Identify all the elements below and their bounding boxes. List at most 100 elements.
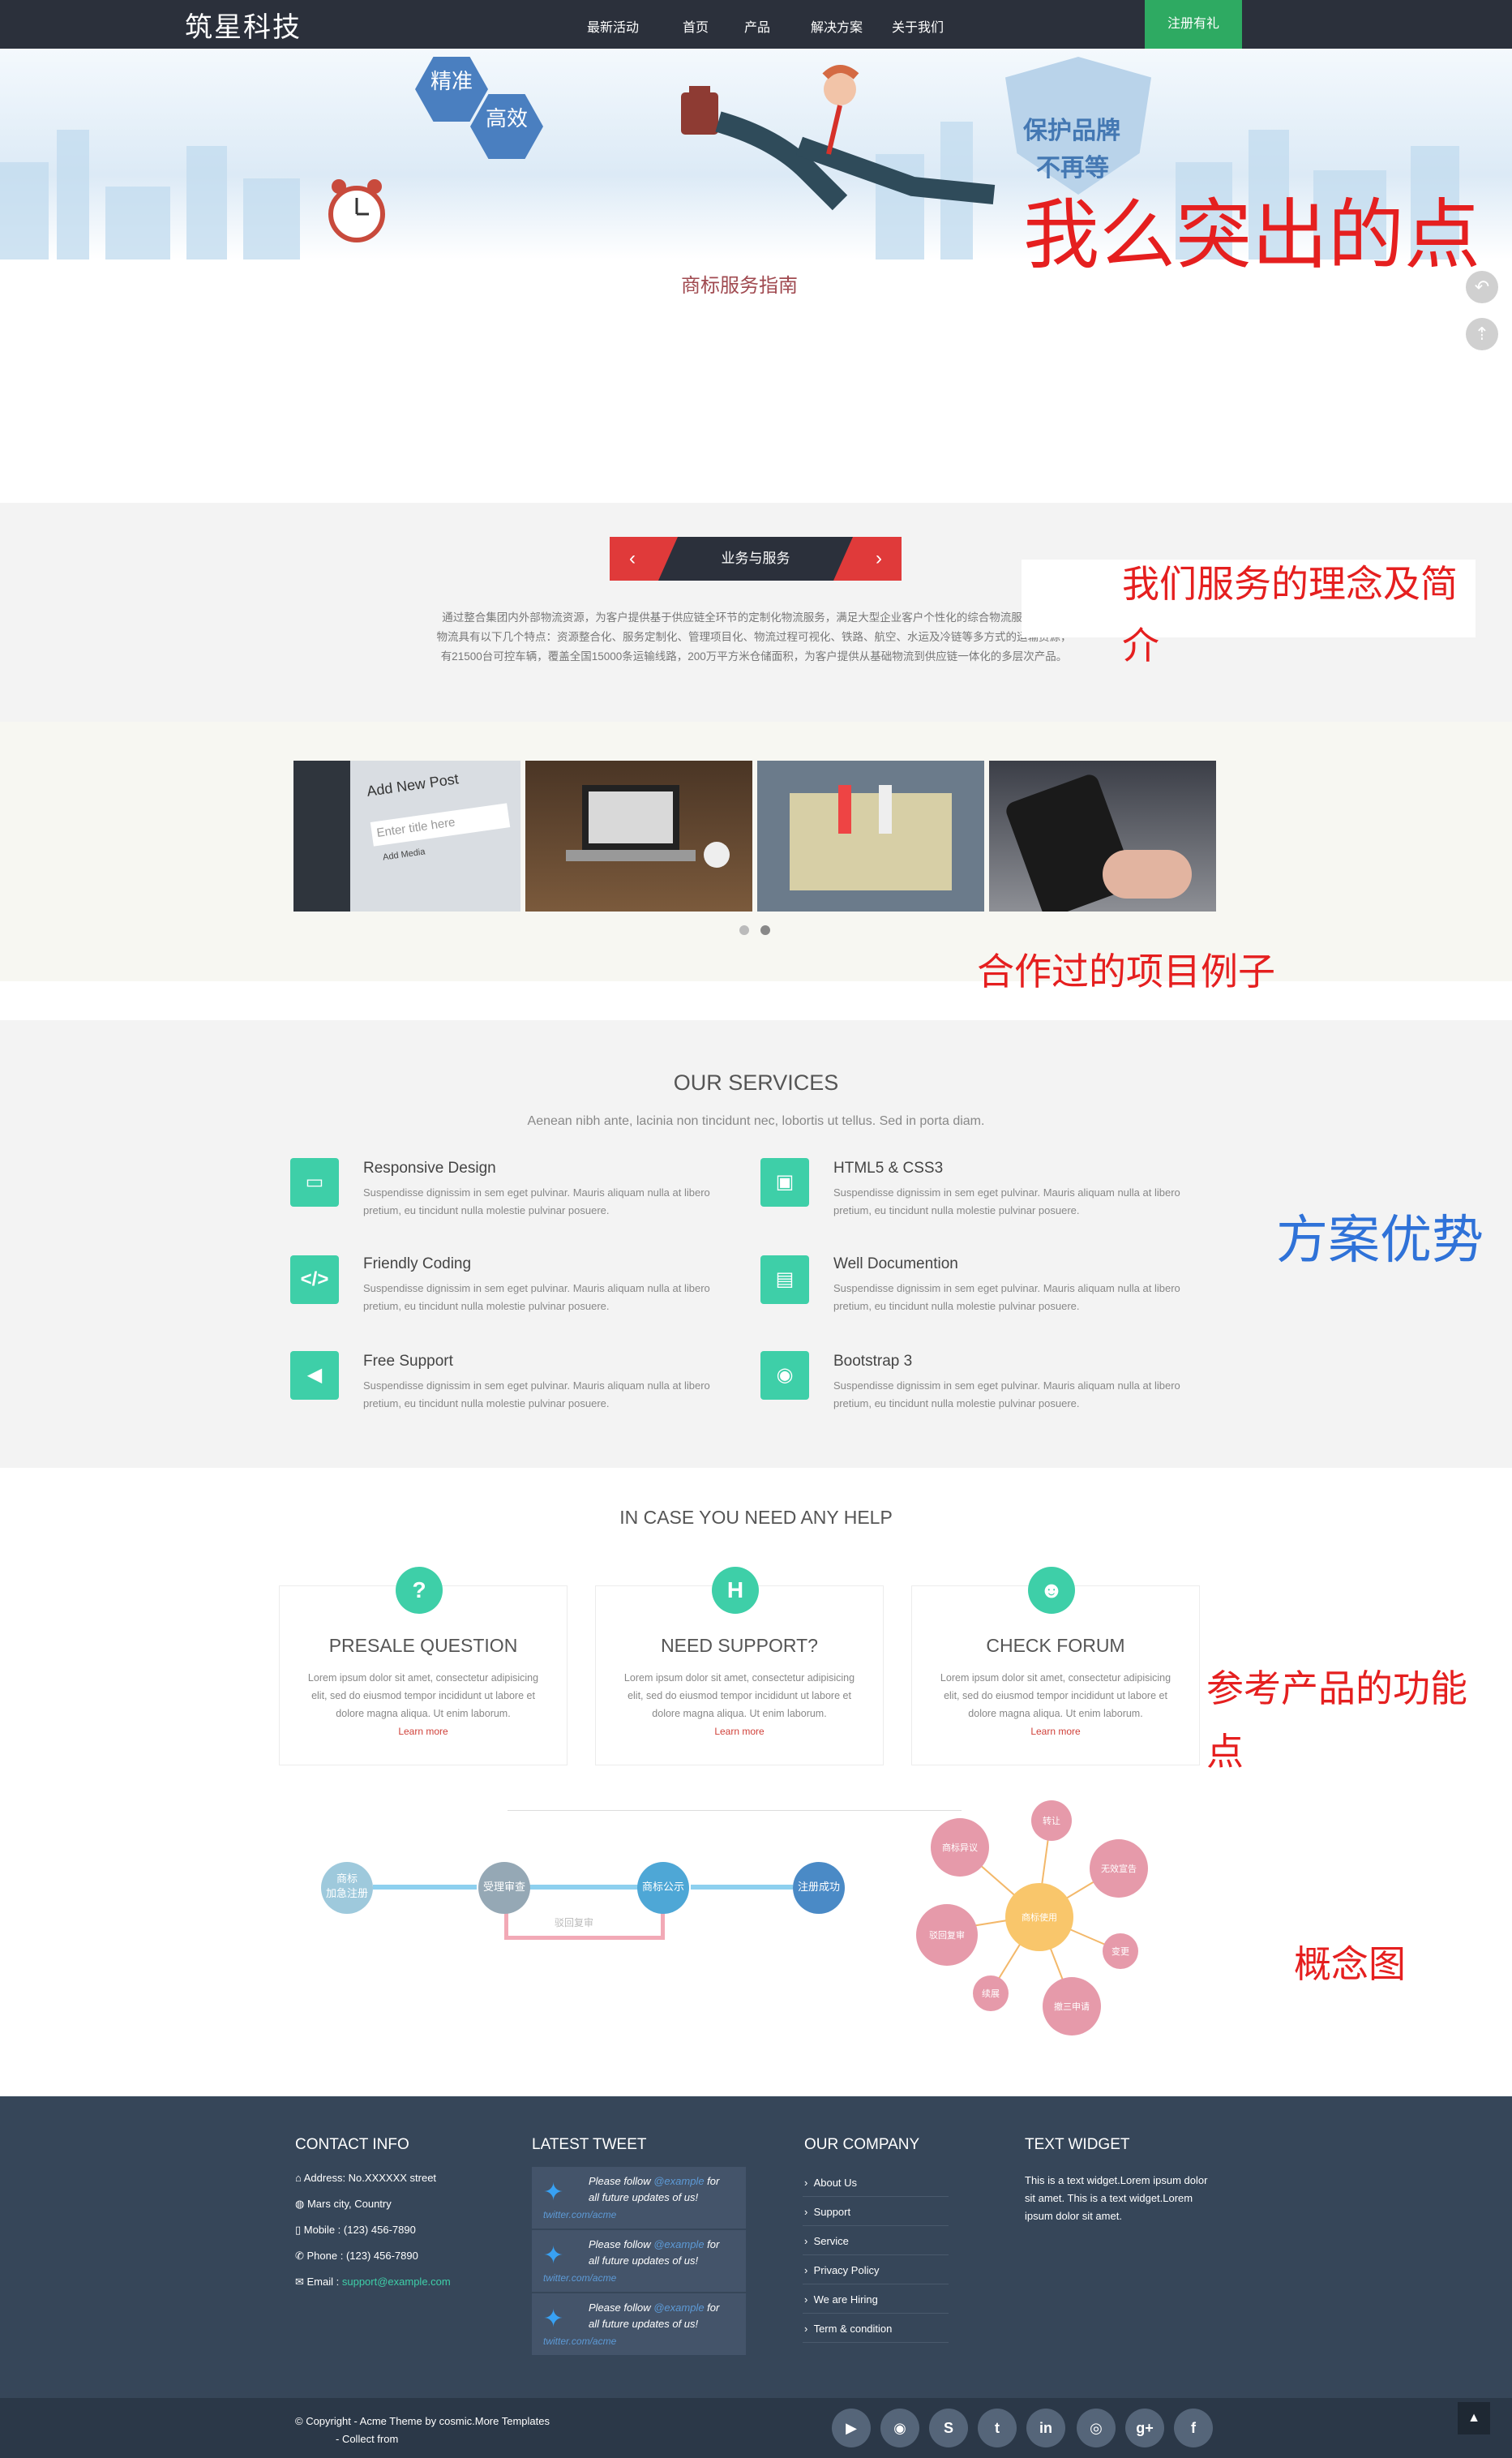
concept-annotation: 概念图	[1294, 1943, 1406, 1985]
flow-node-1: 商标 加急注册	[321, 1862, 373, 1914]
flow-connector	[529, 1885, 639, 1890]
tweet-item: ✦ Please follow @example for all future …	[532, 2293, 746, 2355]
help-title: IN CASE YOU NEED ANY HELP	[619, 1507, 893, 1528]
trademark-guide-link[interactable]: 商标服务指南	[681, 269, 798, 298]
back-to-top-icon[interactable]: ⇡	[1466, 318, 1498, 350]
portfolio-item-phone[interactable]	[989, 761, 1216, 912]
help-card-title: CHECK FORUM	[986, 1635, 1125, 1656]
services-subtitle: Aenean nibh ante, lacinia non tincidunt …	[527, 1114, 985, 1128]
monitor-icon: ▭	[290, 1158, 339, 1207]
carousel-dot-1[interactable]	[739, 925, 749, 935]
footer-link-about[interactable]: › About Us	[804, 2177, 857, 2189]
service-desc: Suspendisse dignissim in sem eget pulvin…	[833, 1379, 1180, 1409]
business-tab-title: 业务与服务	[658, 537, 853, 581]
users-icon: ☻	[1028, 1567, 1075, 1614]
portfolio-item-samples[interactable]	[757, 761, 984, 912]
company-title: OUR COMPANY	[804, 2136, 920, 2153]
mobile-icon: ▯	[295, 2224, 304, 2236]
city-line: ◍ Mars city, Country	[295, 2198, 392, 2210]
features-annotation-2: 点	[1206, 1731, 1244, 1773]
service-desc: Suspendisse dignissim in sem eget pulvin…	[363, 1379, 710, 1409]
address-line: ⌂ Address: No.XXXXXX street	[295, 2172, 437, 2184]
service-concept-annotation: 我们服务的理念及简	[1122, 563, 1458, 605]
email-line: ✉ Email : support@example.com	[295, 2276, 451, 2288]
linkedin-icon[interactable]: in	[1026, 2409, 1065, 2447]
phone-icon: ✆	[295, 2250, 307, 2262]
widget-title: TEXT WIDGET	[1025, 2136, 1130, 2153]
google-plus-icon[interactable]: g+	[1125, 2409, 1164, 2447]
email-link[interactable]: support@example.com	[342, 2276, 451, 2288]
flow-connector	[691, 1885, 793, 1890]
learn-more-link[interactable]: Learn more	[279, 1726, 568, 1737]
footer-link-privacy[interactable]: › Privacy Policy	[804, 2264, 879, 2276]
twitter-bird-icon: ✦	[543, 2306, 564, 2332]
business-text-2: 物流具有以下几个特点：资源整合化、服务定制化、管理项目化、物流过程可视化、铁路、…	[436, 631, 1072, 643]
service-desc: Suspendisse dignissim in sem eget pulvin…	[363, 1186, 710, 1216]
flow-node-4: 注册成功	[793, 1862, 845, 1914]
github-icon[interactable]: ◉	[880, 2409, 919, 2447]
nav-latest[interactable]: 最新活动	[587, 16, 639, 36]
scroll-top-button[interactable]: ▲	[1458, 2402, 1490, 2434]
nav-solutions[interactable]: 解决方案	[811, 16, 863, 36]
footer-link-terms[interactable]: › Term & condition	[804, 2323, 892, 2335]
phone-line: ✆ Phone : (123) 456-7890	[295, 2250, 418, 2262]
tweet-link[interactable]: twitter.com/acme	[543, 2336, 616, 2347]
learn-more-link[interactable]: Learn more	[595, 1726, 884, 1737]
highlight-annotation: 我么突出的点	[1023, 192, 1481, 277]
twitter-icon[interactable]: t	[978, 2409, 1017, 2447]
services-title: OUR SERVICES	[673, 1070, 839, 1095]
footer-link-support[interactable]: › Support	[804, 2206, 850, 2218]
portfolio-item-wordpress[interactable]: Add New Post Enter title here Add Media	[293, 761, 520, 912]
flow-return-label: 驳回复审	[555, 1917, 594, 1928]
service-desc: Suspendisse dignissim in sem eget pulvin…	[833, 1282, 1180, 1312]
gift-icon: ▣	[760, 1158, 809, 1207]
tweet-link[interactable]: twitter.com/acme	[543, 2209, 616, 2220]
service-desc: Suspendisse dignissim in sem eget pulvin…	[363, 1282, 710, 1312]
tweet-link[interactable]: twitter.com/acme	[543, 2272, 616, 2284]
youtube-icon[interactable]: ▶	[832, 2409, 871, 2447]
flow-connector	[373, 1885, 477, 1890]
service-name-bootstrap: Bootstrap 3	[833, 1353, 913, 1370]
footer	[0, 2096, 1512, 2398]
widget-text: This is a text widget.Lorem ipsum dolor s…	[1025, 2174, 1208, 2222]
facebook-icon[interactable]: f	[1174, 2409, 1213, 2447]
prev-arrow-icon[interactable]: ‹	[610, 537, 655, 581]
carousel-dot-2[interactable]	[760, 925, 770, 935]
eye-icon: ◉	[760, 1351, 809, 1400]
footer-link-hiring[interactable]: › We are Hiring	[804, 2293, 878, 2306]
nav-home[interactable]: 首页	[683, 16, 709, 36]
dribbble-icon[interactable]: ◎	[1077, 2409, 1116, 2447]
share-icon[interactable]: ↶	[1466, 271, 1498, 303]
help-card-desc: Lorem ipsum dolor sit amet, consectetur …	[623, 1672, 855, 1719]
businessman-illustration	[681, 65, 996, 211]
megaphone-icon: ◀	[290, 1351, 339, 1400]
site-logo[interactable]: 筑星科技	[185, 5, 302, 45]
business-text-3: 有21500台可控车辆，覆盖全国15000条运输线路，200万平方米仓储面积，为…	[440, 650, 1068, 663]
copyright-text: © Copyright - Acme Theme by cosmic.More …	[295, 2415, 550, 2427]
thumb-media: Add Media	[382, 847, 426, 863]
question-icon: ?	[396, 1567, 443, 1614]
portfolio-item-laptop[interactable]	[525, 761, 752, 912]
mind-node: 续展	[973, 1975, 1009, 2011]
help-card-desc: Lorem ipsum dolor sit amet, consectetur …	[940, 1672, 1171, 1719]
service-name-support: Free Support	[363, 1353, 453, 1370]
flow-node-3: 商标公示	[637, 1862, 689, 1914]
book-icon: ▤	[760, 1255, 809, 1304]
nav-products[interactable]: 产品	[744, 16, 770, 36]
mind-center: 商标使用	[1005, 1883, 1073, 1951]
envelope-icon: ✉	[295, 2276, 307, 2288]
collect-text: - Collect from	[336, 2433, 399, 2445]
mind-node: 撤三申请	[1043, 1977, 1101, 2035]
next-arrow-icon[interactable]: ›	[856, 537, 902, 581]
hospital-icon: H	[712, 1567, 759, 1614]
thumb-title: Add New Post	[366, 770, 460, 800]
footer-bottom-bar	[0, 2398, 1512, 2458]
footer-link-service[interactable]: › Service	[804, 2235, 849, 2247]
service-concept-annotation-2: 介	[1122, 624, 1159, 667]
skype-icon[interactable]: S	[929, 2409, 968, 2447]
learn-more-link[interactable]: Learn more	[911, 1726, 1200, 1737]
nav-about[interactable]: 关于我们	[892, 16, 944, 36]
register-button[interactable]: 注册有礼	[1145, 0, 1242, 49]
tweet-item: ✦ Please follow @example for all future …	[532, 2230, 746, 2292]
code-icon: </>	[290, 1255, 339, 1304]
